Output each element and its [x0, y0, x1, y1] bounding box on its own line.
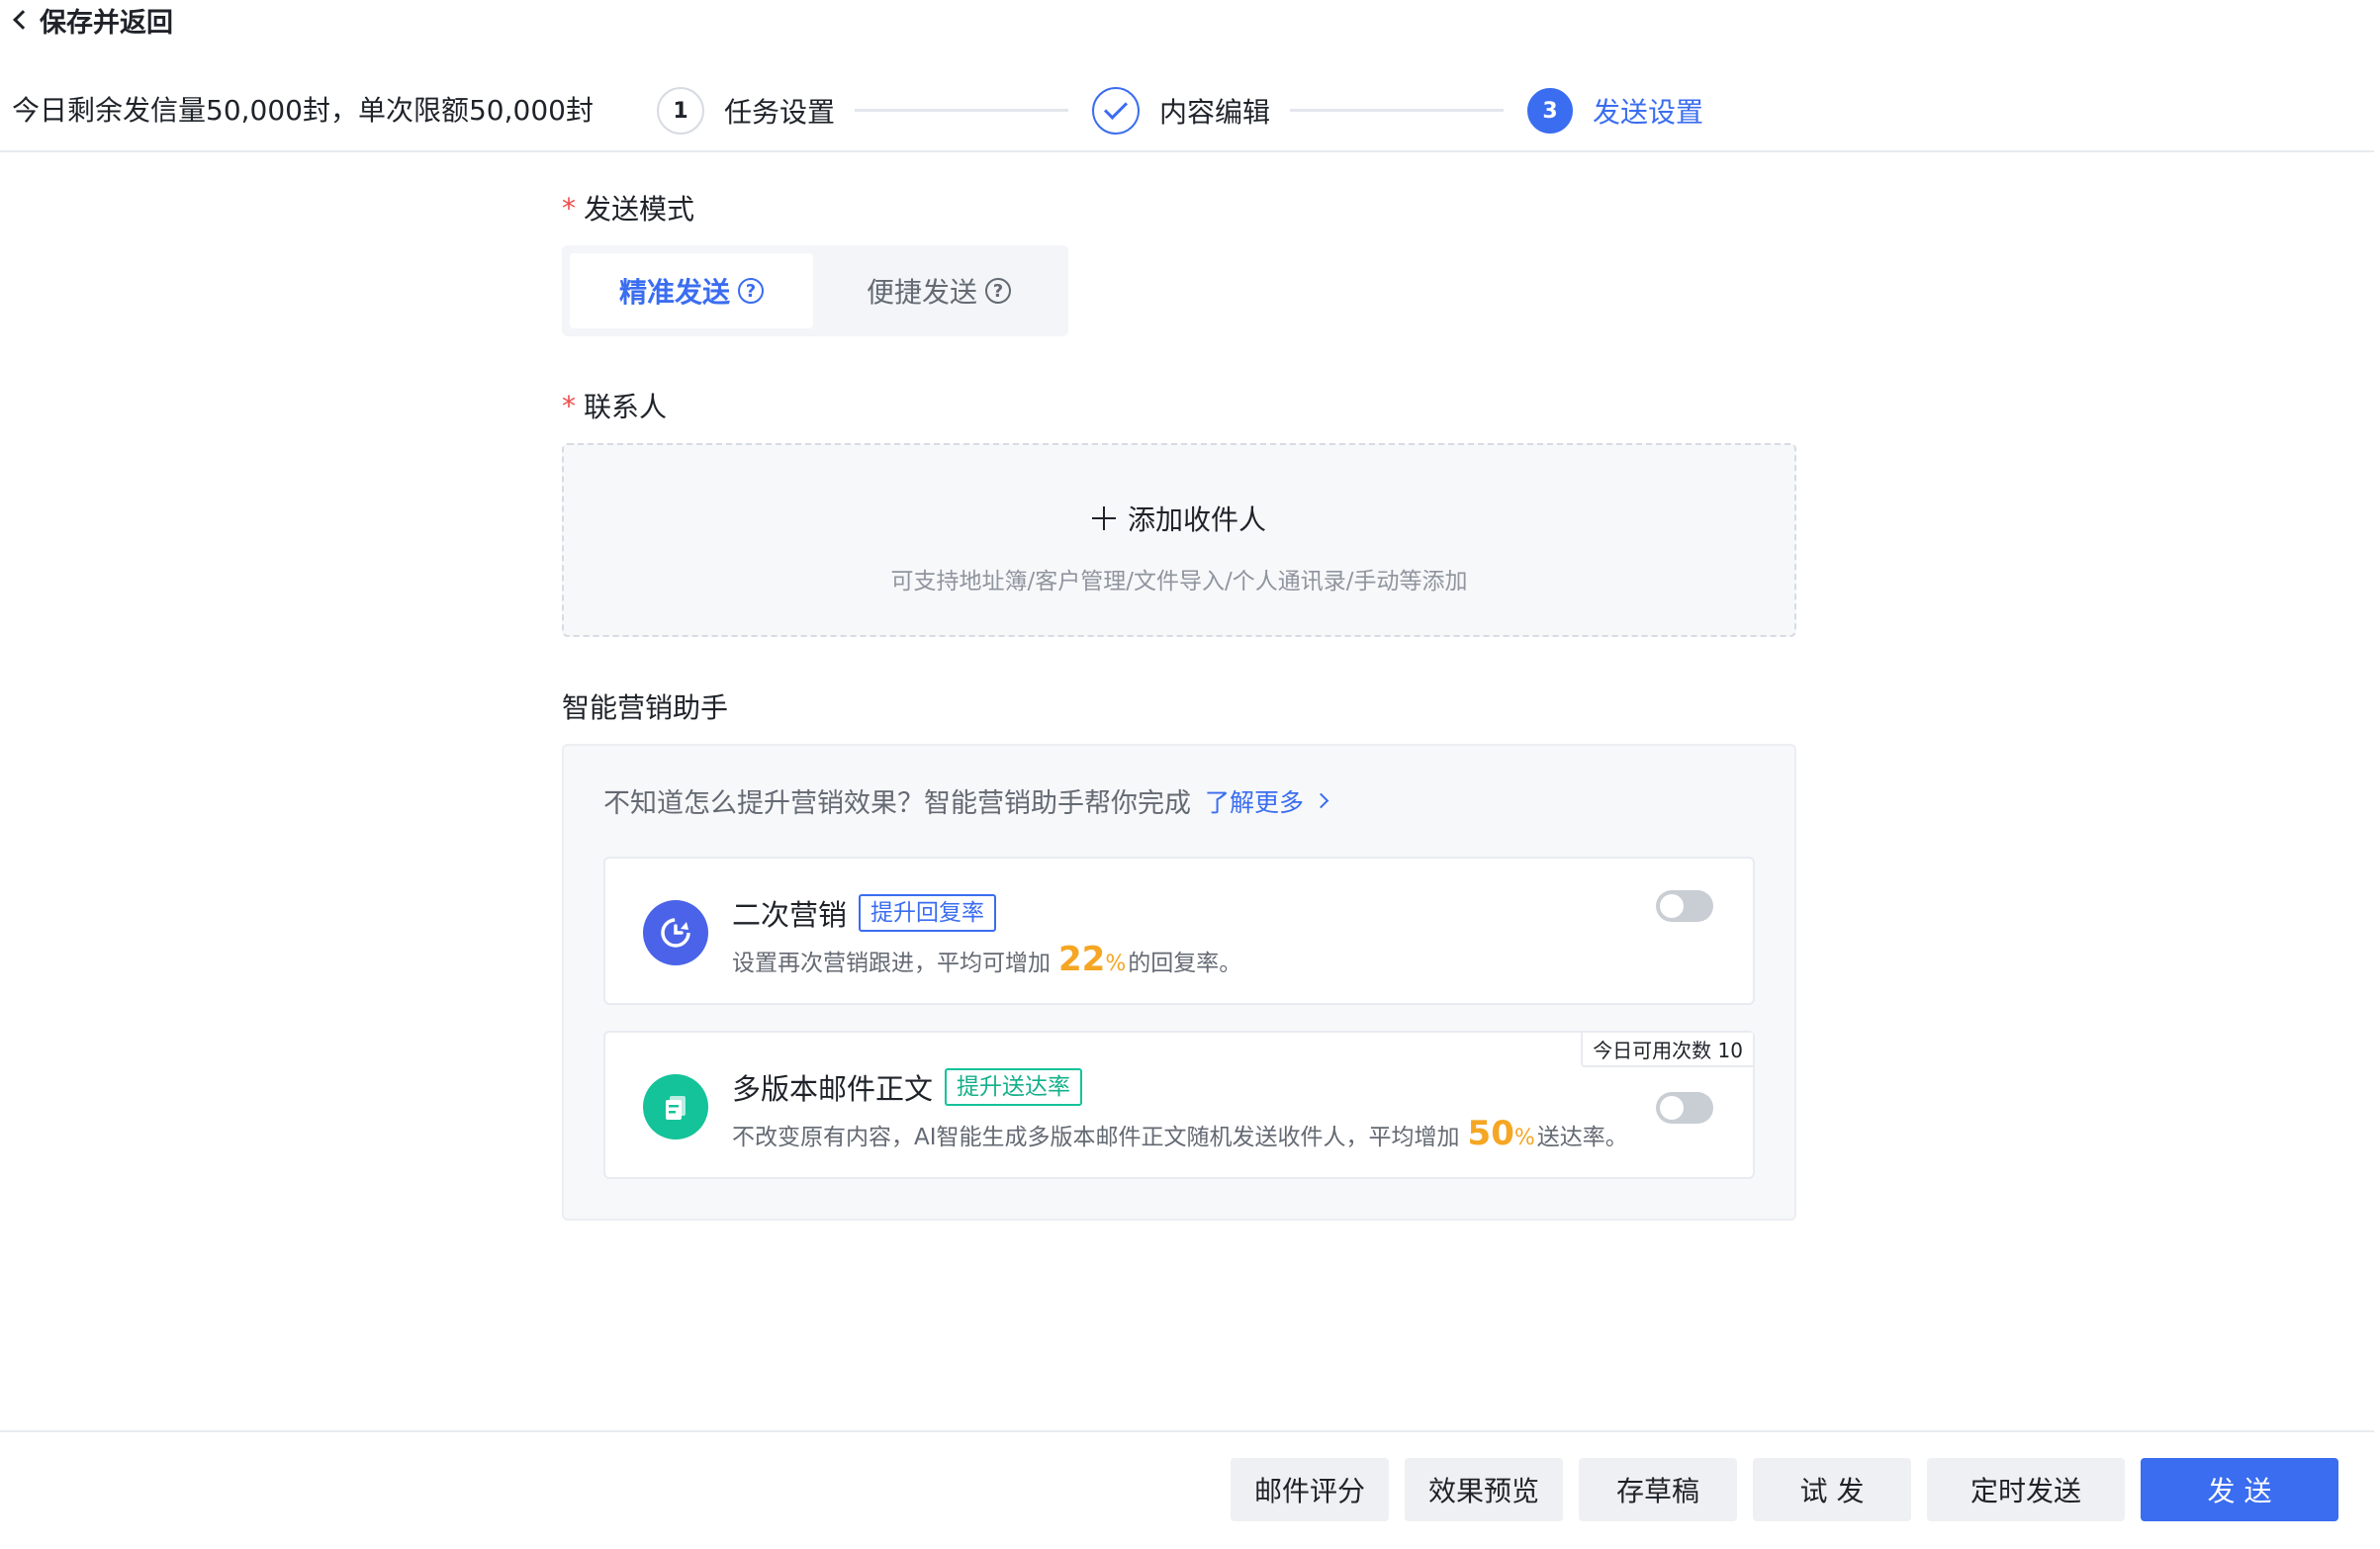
step-number-1: 1	[657, 87, 704, 135]
marketing-assistant-panel: 不知道怎么提升营销效果？智能营销助手帮你完成 了解更多 二次营销 提升回复率 设…	[562, 744, 1796, 1221]
send-mode-quick-label: 便捷发送	[866, 276, 977, 309]
desc-prefix: 不改变原有内容，AI智能生成多版本邮件正文随机发送收件人，平均增加	[732, 1125, 1460, 1150]
add-recipients-dropzone[interactable]: 添加收件人 可支持地址簿/客户管理/文件导入/个人通讯录/手动等添加	[562, 443, 1796, 637]
assistant-label: 智能营销助手	[562, 686, 728, 726]
assistant-intro: 不知道怎么提升营销效果？智能营销助手帮你完成 了解更多	[603, 781, 1329, 820]
send-mode-title: 发送模式	[584, 193, 695, 226]
card-title: 二次营销 提升回复率	[732, 892, 997, 934]
assistant-intro-text: 不知道怎么提升营销效果？智能营销助手帮你完成	[603, 788, 1191, 819]
secondary-marketing-toggle[interactable]	[1656, 890, 1713, 922]
test-send-button[interactable]: 试 发	[1753, 1458, 1911, 1521]
document-copy-icon	[643, 1074, 708, 1139]
contacts-label: * 联系人	[562, 386, 667, 425]
assistant-title: 智能营销助手	[562, 691, 729, 724]
required-marker: *	[562, 389, 576, 422]
plus-icon	[1091, 506, 1116, 530]
reply-rate-value: 22	[1058, 940, 1106, 979]
email-score-button[interactable]: 邮件评分	[1231, 1458, 1389, 1521]
add-recipients-button[interactable]: 添加收件人	[564, 499, 1794, 538]
daily-quota-badge: 今日可用次数 10	[1581, 1033, 1753, 1067]
card-title-text: 多版本邮件正文	[732, 1072, 934, 1106]
step-label: 发送设置	[1593, 96, 1704, 129]
step-header: 今日剩余发信量50,000封，单次限额50,000封 1 任务设置 内容编辑 3…	[0, 81, 2374, 152]
improve-reply-tag: 提升回复率	[859, 894, 997, 932]
send-mode-precise[interactable]: 精准发送 ?	[570, 253, 813, 328]
multi-version-toggle[interactable]	[1656, 1092, 1713, 1124]
save-and-return-link[interactable]: 保存并返回	[10, 2, 173, 39]
step-connector	[1290, 109, 1504, 112]
card-title: 多版本邮件正文 提升送达率	[732, 1066, 1083, 1108]
card-description: 不改变原有内容，AI智能生成多版本邮件正文随机发送收件人，平均增加 50 % 送…	[732, 1114, 1628, 1153]
step-send-settings[interactable]: 3 发送设置	[1527, 81, 1703, 140]
multi-version-card: 今日可用次数 10 多版本邮件正文 提升送达率 不改变原有内容，AI智能生成多版…	[603, 1031, 1755, 1179]
step-done-circle	[1092, 87, 1140, 135]
delivery-rate-value: 50	[1467, 1114, 1514, 1153]
chevron-left-icon	[13, 10, 33, 30]
schedule-send-button[interactable]: 定时发送	[1927, 1458, 2125, 1521]
check-icon	[1103, 95, 1129, 121]
step-label: 任务设置	[724, 96, 836, 129]
preview-button[interactable]: 效果预览	[1405, 1458, 1563, 1521]
refresh-clock-icon	[643, 900, 708, 965]
save-and-return-label: 保存并返回	[40, 7, 173, 39]
step-content-edit[interactable]: 内容编辑	[1092, 81, 1270, 140]
contacts-title: 联系人	[584, 391, 668, 423]
send-mode-quick[interactable]: 便捷发送 ?	[817, 253, 1060, 328]
add-recipients-label: 添加收件人	[1127, 503, 1266, 536]
send-mode-precise-label: 精准发送	[618, 276, 730, 309]
help-icon[interactable]: ?	[738, 278, 764, 304]
card-title-text: 二次营销	[732, 898, 848, 932]
send-mode-label: * 发送模式	[562, 188, 694, 228]
card-description: 设置再次营销跟进，平均可增加 22 % 的回复率。	[732, 940, 1241, 979]
step-connector	[855, 109, 1068, 112]
send-mode-segmented: 精准发送 ? 便捷发送 ?	[562, 245, 1068, 336]
send-button[interactable]: 发 送	[2141, 1458, 2338, 1521]
action-footer: 邮件评分 效果预览 存草稿 试 发 定时发送 发 送	[0, 1430, 2374, 1549]
desc-suffix: 的回复率。	[1128, 951, 1242, 976]
step-number-3: 3	[1527, 88, 1573, 134]
add-recipients-hint: 可支持地址簿/客户管理/文件导入/个人通讯录/手动等添加	[890, 569, 1468, 594]
learn-more-label: 了解更多	[1205, 787, 1305, 817]
percent-unit: %	[1513, 1126, 1535, 1150]
secondary-marketing-card: 二次营销 提升回复率 设置再次营销跟进，平均可增加 22 % 的回复率。	[603, 857, 1755, 1005]
improve-delivery-tag: 提升送达率	[945, 1068, 1083, 1106]
required-marker: *	[562, 191, 576, 225]
help-icon[interactable]: ?	[985, 278, 1011, 304]
desc-suffix: 送达率。	[1536, 1125, 1628, 1150]
step-task-settings[interactable]: 1 任务设置	[657, 81, 835, 140]
learn-more-link[interactable]: 了解更多	[1205, 783, 1329, 819]
send-quota-text: 今日剩余发信量50,000封，单次限额50,000封	[12, 94, 594, 127]
desc-prefix: 设置再次营销跟进，平均可增加	[732, 951, 1051, 976]
save-draft-button[interactable]: 存草稿	[1579, 1458, 1737, 1521]
step-label: 内容编辑	[1159, 96, 1271, 129]
chevron-right-icon	[1313, 792, 1329, 809]
percent-unit: %	[1105, 952, 1127, 976]
